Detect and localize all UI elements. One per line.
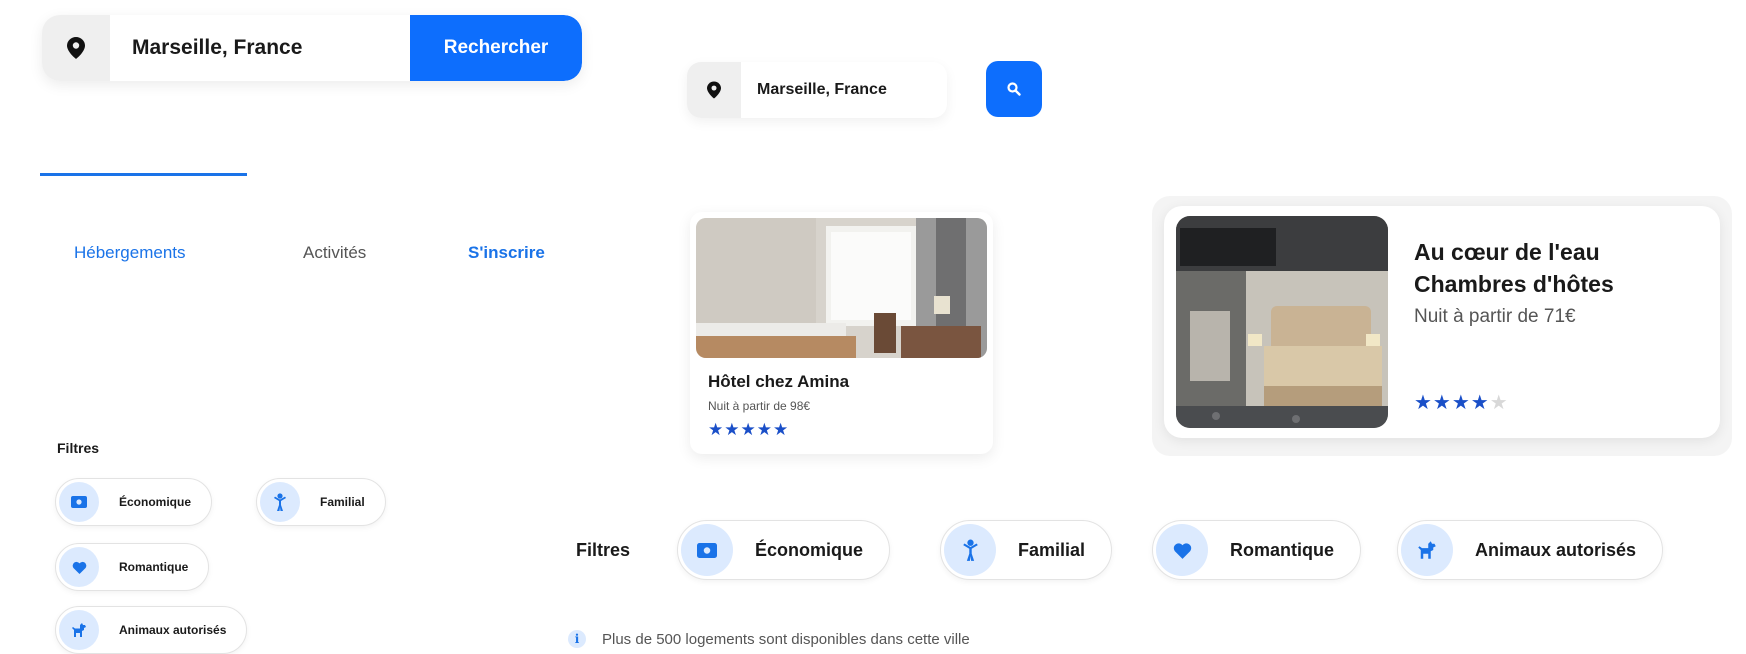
heart-icon: [59, 547, 99, 587]
filter-label: Animaux autorisés: [119, 623, 227, 637]
filter-chip-romantique[interactable]: Romantique: [55, 543, 210, 591]
hotel-card-inner: Au cœur de l'eau Chambres d'hôtes Nuit à…: [1164, 206, 1720, 438]
filter-chip-animaux[interactable]: Animaux autorisés: [1397, 520, 1664, 580]
location-input[interactable]: Marseille, France: [110, 15, 410, 81]
filter-label: Romantique: [1230, 539, 1335, 560]
child-icon: [944, 524, 996, 576]
money-icon: [681, 524, 733, 576]
nav-activites[interactable]: Activités: [303, 243, 366, 263]
child-icon: [260, 482, 300, 522]
hotel-name: Hôtel chez Amina: [708, 372, 850, 391]
filter-label: Économique: [119, 495, 192, 509]
filter-label: Familial: [320, 495, 365, 509]
location-input-small[interactable]: Marseille, France: [741, 62, 947, 118]
filter-chip-economique[interactable]: Économique: [677, 520, 891, 580]
nav-sinscrire[interactable]: S'inscrire: [468, 243, 545, 263]
rating-stars: ★★★★★: [1414, 392, 1509, 414]
dog-icon: [59, 610, 99, 650]
search-bar-small: Marseille, France: [687, 62, 947, 118]
search-button[interactable]: Rechercher: [410, 15, 582, 81]
hotel-title: Au cœur de l'eau Chambres d'hôtes: [1414, 239, 1614, 297]
search-bar-large: Marseille, France Rechercher: [42, 15, 582, 81]
hotel-photo: [696, 218, 987, 358]
active-tab-underline: [40, 173, 247, 176]
filter-chip-familial[interactable]: Familial: [256, 478, 386, 526]
filter-chip-familial[interactable]: Familial: [940, 520, 1113, 580]
filter-chip-economique[interactable]: Économique: [55, 478, 213, 526]
hotel-price: Nuit à partir de 71€: [1414, 306, 1576, 327]
rating-stars: ★★★★★: [708, 420, 790, 439]
filter-label: Économique: [755, 539, 864, 560]
filters-title: Filtres: [576, 540, 631, 560]
filter-chip-animaux[interactable]: Animaux autorisés: [55, 606, 248, 654]
hotel-photo: [1176, 216, 1388, 428]
location-pin-icon: [687, 62, 741, 118]
hotel-price: Nuit à partir de 98€: [708, 399, 811, 413]
dog-icon: [1401, 524, 1453, 576]
filter-chip-romantique[interactable]: Romantique: [1152, 520, 1362, 580]
info-icon: i: [568, 630, 586, 648]
availability-info: i Plus de 500 logements sont disponibles…: [568, 630, 970, 648]
search-icon: [1007, 82, 1021, 96]
money-icon: [59, 482, 99, 522]
filters-title: Filtres: [57, 440, 100, 456]
filter-label: Familial: [1018, 539, 1086, 560]
filter-label: Animaux autorisés: [1475, 539, 1637, 560]
nav-hebergements[interactable]: Hébergements: [74, 243, 186, 263]
location-pin-icon: [42, 15, 110, 81]
hotel-card-coeur-eau[interactable]: Au cœur de l'eau Chambres d'hôtes Nuit à…: [1152, 196, 1732, 456]
availability-text: Plus de 500 logements sont disponibles d…: [602, 630, 970, 648]
heart-icon: [1156, 524, 1208, 576]
filter-label: Romantique: [119, 560, 189, 574]
hotel-card-amina[interactable]: Hôtel chez Amina Nuit à partir de 98€ ★★…: [690, 212, 993, 454]
search-icon-button[interactable]: [986, 61, 1042, 117]
